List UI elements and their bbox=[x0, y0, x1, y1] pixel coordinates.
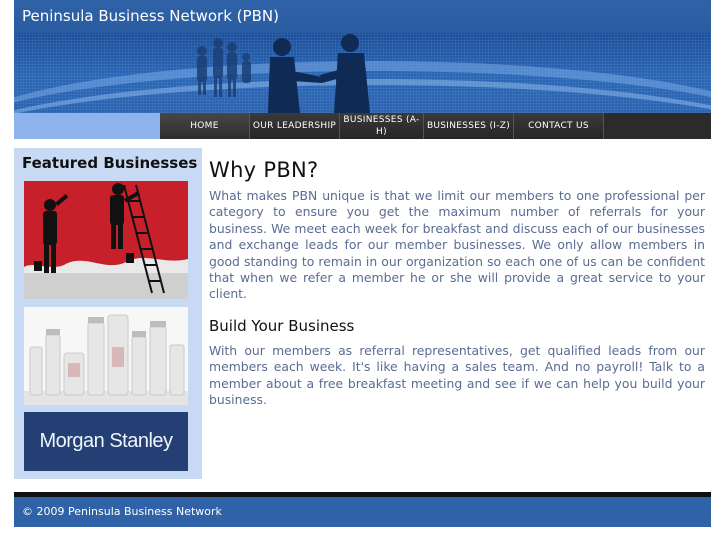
intro-paragraph: What makes PBN unique is that we limit o… bbox=[209, 188, 705, 302]
skincare-products-image[interactable] bbox=[24, 307, 188, 405]
nav-contact-us[interactable]: CONTACT US bbox=[514, 113, 604, 139]
section-subheading: Build Your Business bbox=[209, 316, 355, 335]
header-banner bbox=[14, 33, 711, 113]
nav-items: HOME OUR LEADERSHIP BUSINESSES (A-H) BUS… bbox=[160, 113, 604, 139]
morgan-stanley-logo[interactable]: Morgan Stanley bbox=[24, 412, 188, 471]
main-navigation: HOME OUR LEADERSHIP BUSINESSES (A-H) BUS… bbox=[14, 113, 711, 139]
business-people-illustration bbox=[197, 34, 370, 113]
nav-businesses-i-z[interactable]: BUSINESSES (I-Z) bbox=[424, 113, 514, 139]
nav-left-spacer bbox=[14, 113, 160, 139]
nav-our-leadership[interactable]: OUR LEADERSHIP bbox=[250, 113, 340, 139]
featured-businesses-heading: Featured Businesses bbox=[22, 154, 198, 172]
copyright-text: © 2009 Peninsula Business Network bbox=[22, 505, 222, 518]
nav-home[interactable]: HOME bbox=[160, 113, 250, 139]
page-heading: Why PBN? bbox=[209, 158, 319, 182]
footer: © 2009 Peninsula Business Network bbox=[14, 497, 711, 527]
site-title: Peninsula Business Network (PBN) bbox=[14, 0, 711, 33]
nav-businesses-a-h[interactable]: BUSINESSES (A-H) bbox=[340, 113, 424, 139]
page: Peninsula Business Network (PBN) HOME OU… bbox=[14, 0, 711, 527]
featured-businesses-sidebar: Featured Businesses Morgan Stanley bbox=[14, 148, 202, 479]
build-business-paragraph: With our members as referral representat… bbox=[209, 342, 705, 408]
painter-business-image[interactable] bbox=[24, 181, 188, 299]
main-content: Why PBN? What makes PBN unique is that w… bbox=[209, 148, 705, 408]
nav-right-spacer bbox=[613, 113, 711, 139]
